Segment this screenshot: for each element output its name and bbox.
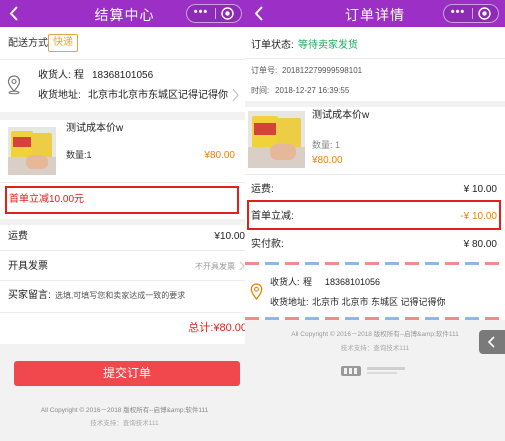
address-label: 收货地址: [38, 90, 81, 101]
address-text: 北京市北京市东城区记得记得你 [88, 90, 228, 101]
nav-bar: 结算中心 ••• [0, 0, 249, 27]
receiver-phone: 18368101056 [325, 277, 381, 287]
capsule-divider [215, 8, 216, 19]
discount-value: -¥ 10.00 [460, 211, 497, 222]
receiver-name: 程 [74, 70, 84, 81]
delivery-label: 配送方式 [8, 38, 48, 49]
receiver-label: 收货人: [270, 277, 300, 287]
order-status-label: 订单状态: [251, 40, 294, 51]
divider [245, 58, 505, 59]
discount-label: 首单立减: [251, 211, 294, 222]
close-target-icon[interactable] [221, 7, 234, 20]
product-name: 测试成本价w [312, 110, 370, 121]
chevron-right-icon [232, 88, 239, 102]
freight-label: 运费 [8, 231, 28, 242]
nav-bar: 订单详情 ••• [245, 0, 505, 27]
brand-logo-icon [341, 366, 405, 376]
more-icon[interactable]: ••• [444, 5, 472, 22]
divider [0, 280, 249, 281]
chevron-left-icon [487, 336, 495, 348]
mini-program-capsule: ••• [443, 4, 499, 23]
copyright-text: All Copyright © 2016－2018 版权所有--启博&amp;软… [291, 331, 459, 338]
order-time: 2018-12-27 16:39:55 [275, 86, 350, 95]
floating-back-button[interactable] [479, 330, 505, 354]
freight-label: 运费: [251, 184, 274, 195]
copyright-text: All Copyright © 2016－2018 版权所有--启博&amp;软… [40, 407, 209, 414]
buyer-message-input[interactable]: 选填,可填写您和卖家达成一致的要求 [55, 291, 185, 301]
address-label: 收货地址: [270, 297, 309, 307]
section-gap [0, 112, 249, 120]
receiver-name: 程 [303, 277, 313, 287]
product-thumbnail [8, 127, 56, 175]
section-gap [0, 219, 249, 225]
divider [0, 250, 249, 251]
tech-support-link[interactable]: 技术支持：查询技术111 [0, 420, 249, 428]
divider [245, 174, 505, 175]
back-arrow-icon[interactable] [251, 0, 267, 27]
product-quantity: 数量: 1 [312, 140, 341, 150]
divider [0, 182, 249, 183]
order-time-label: 时间: [251, 86, 270, 95]
order-number: 201812279999598101 [282, 66, 363, 75]
freight-value: ¥ 10.00 [463, 184, 497, 195]
section-gap [245, 101, 505, 107]
location-pin-icon [250, 283, 263, 300]
mini-program-capsule: ••• [186, 4, 242, 23]
first-order-discount: 首单立减10.00元 [9, 194, 85, 205]
product-thumbnail [248, 111, 305, 168]
receiver-phone: 18368101056 [92, 70, 154, 81]
divider [0, 312, 249, 313]
invoice-label: 开具发票 [8, 261, 48, 272]
order-detail-screen: 订单详情 ••• 订单状态: 等待卖家发货 订单号: 2018122799995… [245, 0, 505, 441]
product-price: ¥80.00 [204, 150, 235, 161]
receiver-label: 收货人: [38, 70, 71, 81]
amount-paid-label: 实付款: [251, 239, 284, 250]
submit-order-button[interactable]: 提交订单 [14, 361, 240, 386]
product-quantity: 数量:1 [66, 150, 92, 160]
capsule-divider [472, 8, 473, 19]
checkout-screen: 结算中心 ••• 配送方式 快递 收货人: 程 18368101056 收货地址… [0, 0, 249, 441]
invoice-value: 不开具发票 [195, 262, 235, 271]
order-status-value: 等待卖家发货 [298, 40, 358, 51]
freight-value: ¥10.00 [214, 231, 245, 242]
amount-paid-value: ¥ 80.00 [463, 239, 497, 250]
buyer-message-label: 买家留言: [8, 290, 51, 301]
tech-support-link[interactable]: 技术支持：查询技术111 [245, 345, 505, 353]
order-total: 总计:¥80.00 [188, 322, 247, 334]
divider [0, 59, 249, 60]
back-arrow-icon[interactable] [6, 0, 22, 27]
address-text: 北京市 北京市 东城区 记得记得你 [312, 297, 446, 307]
decorative-stripe [245, 262, 505, 265]
delivery-option-express[interactable]: 快递 [48, 34, 78, 52]
more-icon[interactable]: ••• [187, 5, 215, 22]
product-price: ¥80.00 [312, 155, 343, 166]
order-number-label: 订单号: [251, 66, 278, 75]
product-name: 测试成本价w [66, 123, 124, 134]
location-pin-icon [7, 75, 21, 95]
close-target-icon[interactable] [478, 7, 491, 20]
